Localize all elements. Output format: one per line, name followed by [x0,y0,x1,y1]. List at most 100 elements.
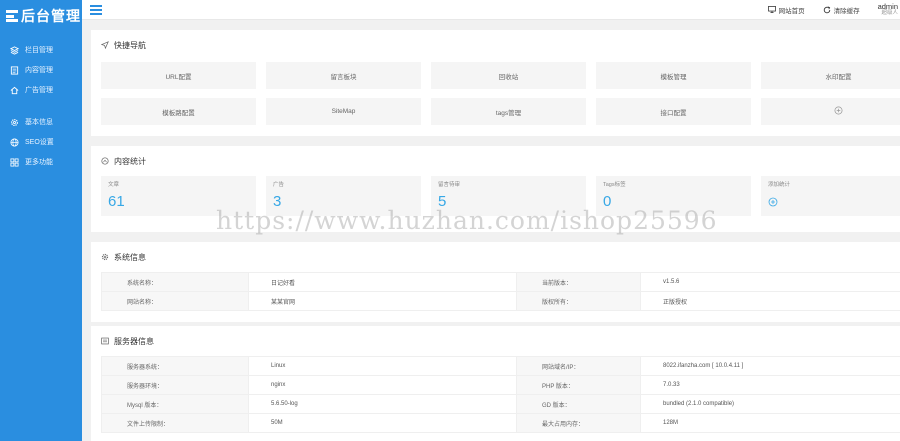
system-info-header: 系统信息 [91,242,900,272]
sidebar-item-label: SEO设置 [25,139,54,146]
system-info-panel: 系统信息 系统名称： 日记好看 当前版本： v1.5.6 网站名称： 某某官网 … [91,242,900,322]
info-key: 网站域名/IP： [516,356,641,376]
monitor-icon [767,6,776,13]
quick-nav-panel: 快捷导航 URL配置 留言板块 回收站 模板管理 水印配置 模板路配置 Site… [91,30,900,136]
menu-bar [90,8,102,11]
app-logo[interactable]: 后台管理 [0,0,82,32]
quick-nav-item[interactable]: 回收站 [431,62,586,89]
stat-grid: 文章 61 广告 3 留言待审 5 Tags标签 0 添加统计 [91,176,900,216]
sidebar-item-label: 广告管理 [25,87,53,94]
site-home-link[interactable]: 网站首页 [767,5,805,15]
quick-nav-title: 快捷导航 [114,40,146,50]
quick-nav-item[interactable]: tags管理 [431,98,586,125]
main-content: 快捷导航 URL配置 留言板块 回收站 模板管理 水印配置 模板路配置 Site… [91,30,900,441]
quick-nav-item[interactable]: 水印配置 [761,62,900,89]
refresh-icon [823,5,831,14]
quick-nav-header: 快捷导航 [91,30,900,60]
user-menu[interactable]: admin 超级人 [877,1,898,17]
info-key: 网站名称： [101,291,249,311]
stat-label: 文章 [108,182,120,188]
stat-card-add[interactable]: 添加统计 [761,176,900,216]
quick-nav-grid: URL配置 留言板块 回收站 模板管理 水印配置 模板路配置 SiteMap t… [91,60,900,125]
sidebar-nav: 栏目管理 内容管理 广告管理 基本信息 SEO设置 更多功能 [0,40,82,172]
info-key: 版权所有： [516,291,641,311]
info-value: nginx [248,375,517,395]
clear-cache-button[interactable]: 清除缓存 [823,5,860,15]
table-row: Mysql 版本： 5.6.50-log GD 版本： bundled (2.1… [101,394,900,414]
stat-card-articles[interactable]: 文章 61 [101,176,256,216]
info-value: 50M [248,413,517,433]
stat-value: 5 [438,193,447,210]
sidebar-item-seo[interactable]: SEO设置 [0,132,82,152]
info-value: 日记好看 [248,272,517,292]
info-value: 128M [640,413,900,433]
info-key: 服务器系统： [101,356,249,376]
table-row: 系统名称： 日记好看 当前版本： v1.5.6 [101,272,900,292]
quick-nav-item[interactable]: SiteMap [266,98,421,125]
document-icon [10,65,19,75]
table-row: 文件上传限制： 50M 最大占用内存： 128M [101,413,900,433]
info-value: Linux [248,356,517,376]
sidebar: 后台管理 栏目管理 内容管理 广告管理 基本信息 SEO设置 更多功能 [0,0,82,441]
sidebar-item-content[interactable]: 内容管理 [0,60,82,80]
quick-nav-add-button[interactable] [761,98,900,125]
info-key: Mysql 版本： [101,394,249,414]
server-info-panel: 服务器信息 服务器系统： Linux 网站域名/IP： 8022.ifanzha… [91,326,900,441]
quick-nav-item[interactable]: 接口配置 [596,98,751,125]
clear-cache-label: 清除缓存 [833,7,860,15]
info-key: 服务器环境： [101,375,249,395]
stat-value: 3 [273,193,282,210]
stat-card-ads[interactable]: 广告 3 [266,176,421,216]
menu-bar [90,12,102,15]
system-info-title: 系统信息 [114,252,146,262]
info-key: 系统名称： [101,272,249,292]
stat-label: 留言待审 [438,182,461,188]
content-stats-panel: 内容统计 文章 61 广告 3 留言待审 5 Tags标签 0 添加统计 [91,146,900,232]
sidebar-item-basic-info[interactable]: 基本信息 [0,112,82,132]
content-stats-header: 内容统计 [91,146,900,176]
sidebar-item-ads[interactable]: 广告管理 [0,80,82,100]
info-value: 5.6.50-log [248,394,517,414]
topbar: 网站首页 清除缓存 admin 超级人 [82,0,900,20]
quick-nav-item[interactable]: URL配置 [101,62,256,89]
info-value: 7.0.33 [640,375,900,395]
menu-toggle-button[interactable] [90,4,102,15]
list-icon [101,337,109,345]
quick-nav-item[interactable]: 模板路配置 [101,98,256,125]
info-value: 某某官网 [248,291,517,311]
plus-circle-icon [768,197,778,207]
dashboard-icon [101,157,109,165]
server-info-table: 服务器系统： Linux 网站域名/IP： 8022.ifanzha.com [… [101,356,900,433]
info-key: 最大占用内存： [516,413,641,433]
sidebar-item-more[interactable]: 更多功能 [0,152,82,172]
site-home-label: 网站首页 [778,7,805,15]
send-icon [101,41,109,49]
stat-card-messages[interactable]: 留言待审 5 [431,176,586,216]
sidebar-item-label: 更多功能 [25,159,53,166]
user-role: 超级人 [881,10,898,16]
server-info-title: 服务器信息 [114,336,154,346]
apps-icon [10,157,19,167]
stat-label: Tags标签 [603,182,626,188]
info-value: v1.5.6 [640,272,900,292]
sidebar-item-columns[interactable]: 栏目管理 [0,40,82,60]
info-value: 8022.ifanzha.com [ 10.0.4.11 ] [640,356,900,376]
sidebar-item-label: 内容管理 [25,67,53,74]
user-name: admin [877,1,898,11]
content-stats-title: 内容统计 [114,156,146,166]
logo-mark-icon [6,10,18,22]
quick-nav-item[interactable]: 模板管理 [596,62,751,89]
quick-nav-item[interactable]: 留言板块 [266,62,421,89]
stat-card-tags[interactable]: Tags标签 0 [596,176,751,216]
home-icon [10,86,19,95]
layers-icon [10,45,19,55]
stat-label: 添加统计 [768,182,791,188]
info-value: 正版授权 [640,291,900,311]
table-row: 服务器环境： nginx PHP 版本： 7.0.33 [101,375,900,395]
gear-icon [101,253,109,261]
topbar-actions: 网站首页 清除缓存 admin 超级人 [767,0,900,20]
plus-circle-icon [834,106,843,117]
menu-bar [90,4,102,7]
info-key: 当前版本： [516,272,641,292]
gear-icon [10,118,19,127]
